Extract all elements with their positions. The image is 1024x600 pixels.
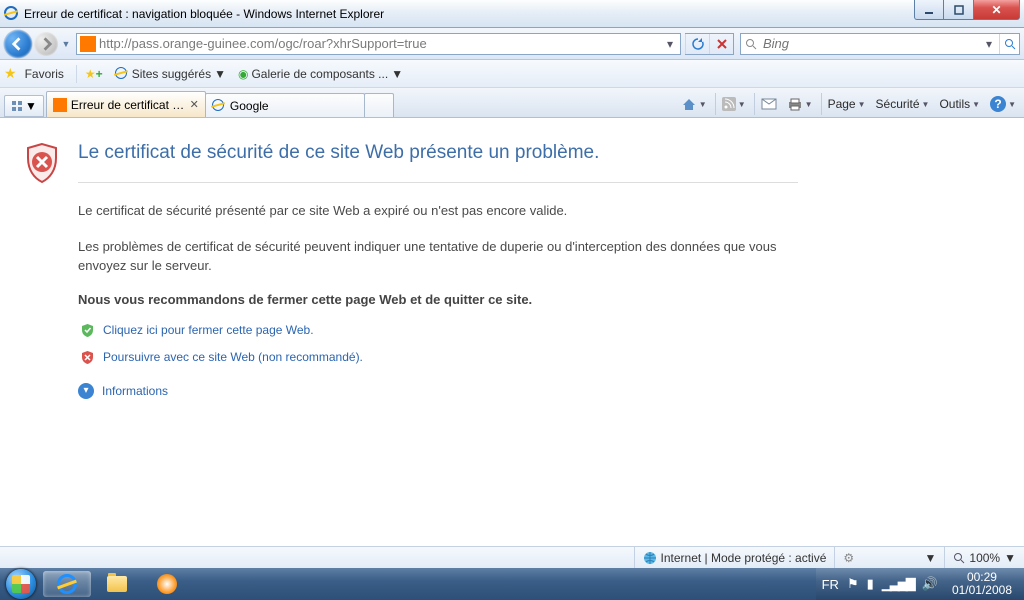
globe-icon	[643, 551, 657, 565]
start-button[interactable]	[0, 568, 42, 600]
ie-icon	[115, 67, 129, 81]
cert-error-heading: Le certificat de sécurité de ce site Web…	[78, 142, 798, 164]
tab-favicon	[53, 98, 67, 112]
print-button[interactable]: ▼	[783, 93, 817, 115]
nav-history-dropdown[interactable]: ▼	[60, 39, 72, 49]
quick-tabs-button[interactable]: ▼	[4, 95, 44, 117]
close-page-link[interactable]: Cliquez ici pour fermer cette page Web.	[78, 323, 798, 338]
navigation-bar: ▼ ▾ ▾	[0, 28, 1024, 60]
star-add-icon: ★	[85, 67, 96, 81]
search-provider-icon[interactable]	[741, 34, 761, 54]
tab-cert-error[interactable]: Erreur de certificat : nav... ✕	[46, 91, 206, 117]
network-icon[interactable]: ▮	[867, 576, 874, 592]
mail-icon	[761, 98, 777, 110]
tab-bar: ▼ Erreur de certificat : nav... ✕ Google…	[0, 88, 1024, 118]
taskbar: FR ⚑ ▮ ▁▃▅▇ 🔊 00:29 01/01/2008	[0, 568, 1024, 600]
cert-error-detail-1: Le certificat de sécurité présenté par c…	[78, 201, 798, 221]
tab-close-button[interactable]: ✕	[190, 98, 199, 111]
window-maximize-button[interactable]	[944, 0, 974, 20]
tab-label: Erreur de certificat : nav...	[71, 98, 186, 112]
search-dropdown[interactable]: ▾	[979, 34, 999, 54]
shield-ok-icon	[80, 323, 95, 338]
continue-anyway-link[interactable]: Poursuivre avec ce site Web (non recomma…	[78, 350, 798, 365]
feeds-button[interactable]: ▼	[715, 93, 750, 115]
read-mail-button[interactable]	[754, 93, 781, 115]
back-button[interactable]	[4, 30, 32, 58]
search-go-button[interactable]	[999, 34, 1019, 54]
flag-icon[interactable]: ⚑	[847, 576, 859, 592]
tab-favicon	[212, 99, 226, 113]
status-protected-mode-extra[interactable]: ⚙▼	[834, 547, 944, 568]
tray-clock[interactable]: 00:29 01/01/2008	[946, 571, 1018, 597]
search-input[interactable]	[761, 34, 979, 54]
search-bar[interactable]: ▾	[740, 33, 1020, 55]
page-content: Le certificat de sécurité de ce site Web…	[0, 118, 1024, 546]
stop-button[interactable]	[709, 34, 733, 54]
more-info-toggle[interactable]: ▾ Informations	[78, 383, 798, 399]
ie-icon	[57, 574, 77, 594]
window-title: Erreur de certificat : navigation bloqué…	[24, 7, 1024, 21]
site-icon	[80, 36, 96, 52]
shield-error-icon	[24, 142, 60, 184]
broken-page-icon: ⚙	[843, 551, 854, 565]
help-button[interactable]: ?▼	[986, 93, 1020, 115]
volume-icon[interactable]: 🔊	[922, 576, 938, 592]
slice-icon: ◉	[238, 67, 248, 81]
taskbar-explorer-button[interactable]	[93, 571, 141, 597]
window-minimize-button[interactable]	[914, 0, 944, 20]
chevron-down-icon: ▾	[78, 383, 94, 399]
tools-menu[interactable]: Outils▼	[935, 93, 984, 115]
command-bar: ▼ ▼ ▼ Page▼ Sécurité▼ Outils▼ ?▼	[677, 91, 1020, 117]
cert-recommendation: Nous vous recommandons de fermer cette p…	[78, 292, 798, 307]
window-titlebar: Erreur de certificat : navigation bloqué…	[0, 0, 1024, 28]
new-tab-button[interactable]	[364, 93, 394, 117]
home-button[interactable]: ▼	[677, 93, 711, 115]
cert-error-detail-2: Les problèmes de certificat de sécurité …	[78, 237, 798, 276]
favorites-bar: ★ Favoris ★+ Sites suggérés ▼ ◉Galerie d…	[0, 60, 1024, 88]
web-slice-gallery-link[interactable]: ◉Galerie de composants ... ▼	[234, 65, 407, 83]
windows-logo-icon	[6, 569, 36, 599]
security-zone[interactable]: Internet | Mode protégé : activé	[634, 547, 835, 568]
media-player-icon	[157, 574, 177, 594]
status-bar: Internet | Mode protégé : activé ⚙▼ 100%…	[0, 546, 1024, 568]
zoom-control[interactable]: 100%▼	[944, 547, 1024, 568]
ie-icon	[4, 6, 20, 22]
tab-google[interactable]: Google	[205, 93, 365, 117]
suggested-sites-link[interactable]: Sites suggérés ▼	[111, 65, 230, 83]
favorites-star-icon[interactable]: ★	[4, 65, 17, 82]
rss-icon	[722, 97, 736, 111]
taskbar-ie-button[interactable]	[43, 571, 91, 597]
favorites-button[interactable]: Favoris	[21, 65, 68, 83]
address-input[interactable]	[99, 34, 660, 54]
address-dropdown[interactable]: ▾	[660, 34, 680, 54]
page-menu[interactable]: Page▼	[821, 93, 870, 115]
taskbar-media-player-button[interactable]	[143, 571, 191, 597]
tray-language[interactable]: FR	[822, 577, 839, 592]
system-tray: FR ⚑ ▮ ▁▃▅▇ 🔊 00:29 01/01/2008	[816, 568, 1024, 600]
print-icon	[787, 97, 803, 111]
forward-button[interactable]	[34, 32, 58, 56]
wifi-icon[interactable]: ▁▃▅▇	[882, 576, 914, 592]
zoom-icon	[953, 552, 965, 564]
add-favorite-button[interactable]: ★+	[76, 65, 107, 83]
help-icon: ?	[990, 96, 1006, 112]
home-icon	[681, 97, 697, 111]
refresh-button[interactable]	[685, 34, 709, 54]
window-close-button[interactable]: ✕	[974, 0, 1020, 20]
address-bar[interactable]: ▾	[76, 33, 681, 55]
tab-label: Google	[230, 99, 358, 113]
shield-warn-icon	[80, 350, 95, 365]
folder-icon	[107, 576, 127, 592]
security-menu[interactable]: Sécurité▼	[872, 93, 934, 115]
divider	[78, 182, 798, 183]
